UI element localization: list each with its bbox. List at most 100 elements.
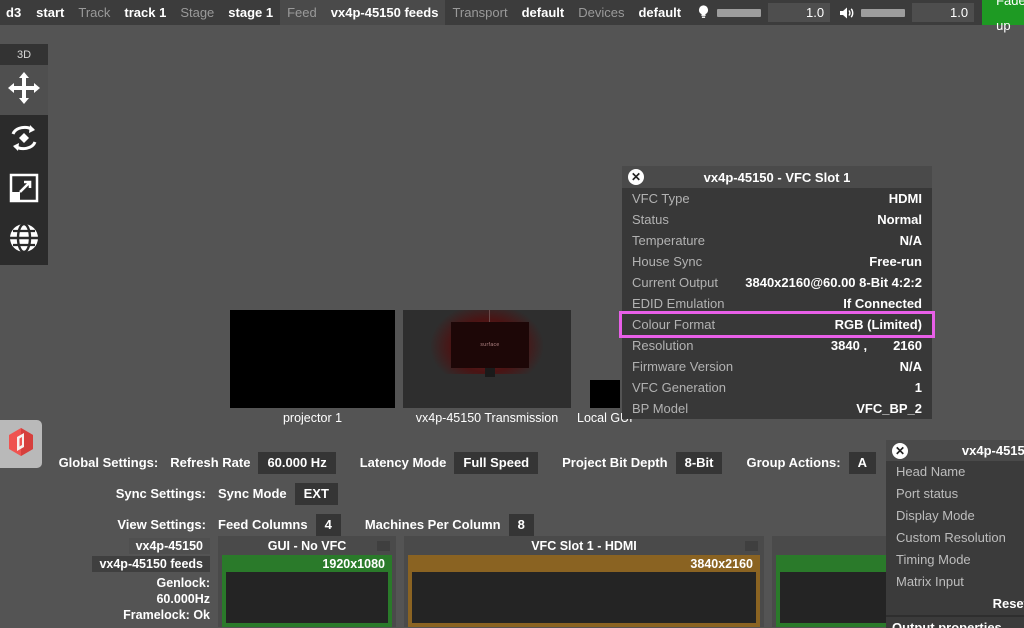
field-value[interactable]: 60.000 Hz	[258, 452, 335, 474]
field-value[interactable]: EXT	[295, 483, 338, 505]
field-value[interactable]: A	[849, 452, 876, 474]
field-value[interactable]: 8-Bit	[676, 452, 723, 474]
close-icon[interactable]: ✕	[628, 169, 644, 185]
panel-item-head-name[interactable]: Head Name	[886, 461, 1024, 483]
machine-name-tag[interactable]: vx4p-45150	[129, 538, 210, 554]
vfc-row-temperature[interactable]: Temperature N/A	[622, 230, 932, 251]
brightness-value[interactable]: 1.0	[768, 3, 830, 22]
output-properties-label[interactable]: Output properties	[886, 615, 1024, 628]
preview-caption: projector 1	[283, 411, 342, 425]
settings-row-sync: Sync Settings: Sync Mode EXT	[0, 481, 900, 506]
field-latency-mode[interactable]: Latency Mode Full Speed	[360, 452, 538, 474]
topbar-group-track[interactable]: Track track 1	[71, 0, 173, 25]
vfc-row-bp-model[interactable]: BP Model VFC_BP_2	[622, 398, 932, 419]
field-label: Feed Columns	[218, 517, 308, 532]
fade-up-button[interactable]: Fade up	[982, 0, 1024, 25]
vfc-row-current-output[interactable]: Current Output 3840x2160@60.00 8-Bit 4:2…	[622, 272, 932, 293]
panel-item-display-mode[interactable]: Display Mode	[886, 505, 1024, 527]
preview-image[interactable]	[590, 380, 620, 408]
field-feed-columns[interactable]: Feed Columns 4	[218, 514, 341, 536]
field-refresh-rate[interactable]: Refresh Rate 60.000 Hz	[170, 452, 335, 474]
topbar-start-value[interactable]: start	[29, 0, 71, 25]
close-icon[interactable]: ✕	[892, 443, 908, 459]
panel-item-matrix-input[interactable]: Matrix Input	[886, 571, 1024, 593]
row-value[interactable]: RGB (Limited)	[835, 317, 922, 332]
field-label: Latency Mode	[360, 455, 447, 470]
volume-value[interactable]: 1.0	[912, 3, 974, 22]
row-value[interactable]: VFC_BP_2	[856, 401, 922, 416]
rotate-tool[interactable]	[0, 115, 48, 165]
machine-feeds-tag[interactable]: vx4p-45150 feeds	[92, 556, 210, 572]
preview-image[interactable]	[230, 310, 395, 408]
brightness-slider[interactable]	[717, 9, 761, 17]
row-value[interactable]: 3840x2160@60.00 8-Bit 4:2:2	[745, 275, 922, 290]
topbar-group-feed[interactable]: Feed vx4p-45150 feeds	[280, 0, 445, 25]
row-value[interactable]: N/A	[900, 359, 922, 374]
field-project-bit-depth[interactable]: Project Bit Depth 8-Bit	[562, 452, 722, 474]
volume-slider[interactable]	[861, 9, 905, 17]
vfc-row-vfc-generation[interactable]: VFC Generation 1	[622, 377, 932, 398]
vfc-row-colour-format[interactable]: Colour Format RGB (Limited)	[622, 314, 932, 335]
topbar-transport-value[interactable]: default	[515, 0, 572, 25]
vfc-row-edid-emulation[interactable]: EDID Emulation If Connected	[622, 293, 932, 314]
projected-screen: surface	[451, 322, 529, 368]
row-key: VFC Generation	[632, 380, 726, 395]
topbar-group-devices[interactable]: Devices default	[571, 0, 688, 25]
panel-item-port-status[interactable]: Port status	[886, 483, 1024, 505]
move-tool[interactable]	[0, 65, 48, 115]
scale-tool[interactable]	[0, 165, 48, 215]
row-value[interactable]: N/A	[900, 233, 922, 248]
topbar-group-stage[interactable]: Stage stage 1	[173, 0, 280, 25]
field-group-actions[interactable]: Group Actions: A	[746, 452, 876, 474]
app-name[interactable]: d3	[0, 0, 29, 25]
toolbar-mode-label[interactable]: 3D	[0, 44, 48, 65]
row-value[interactable]: If Connected	[843, 296, 922, 311]
settings-row-global: Global Settings: Refresh Rate 60.000 Hz …	[0, 450, 900, 475]
topbar-stage-value[interactable]: stage 1	[221, 0, 280, 25]
topbar-devices-value[interactable]: default	[631, 0, 688, 25]
vfc-row-resolution[interactable]: Resolution 3840 , 2160	[622, 335, 932, 356]
panel-output-preview[interactable]: 1920x1080	[222, 555, 392, 627]
topbar-track-value[interactable]: track 1	[117, 0, 173, 25]
top-menu-bar: d3 start Track track 1 Stage stage 1 Fee…	[0, 0, 1024, 25]
row-value[interactable]: 1	[915, 380, 922, 395]
panel-item-timing-mode[interactable]: Timing Mode	[886, 549, 1024, 571]
topbar-feed-value[interactable]: vx4p-45150 feeds	[324, 0, 446, 25]
field-sync-mode[interactable]: Sync Mode EXT	[218, 483, 338, 505]
preview-projector-1[interactable]: projector 1	[230, 310, 395, 425]
row-value-height[interactable]: 2160	[893, 338, 922, 353]
row-key: Colour Format	[632, 317, 715, 332]
row-value-width[interactable]: 3840 ,	[831, 338, 867, 353]
globe-tool[interactable]	[0, 215, 48, 265]
field-machines-per-column[interactable]: Machines Per Column 8	[365, 514, 534, 536]
topbar-group-transport[interactable]: Transport default	[445, 0, 571, 25]
volume-control[interactable]: 1.0	[832, 0, 976, 25]
d3-logo-button[interactable]	[0, 420, 42, 468]
machine-panel-gui[interactable]: GUI - No VFC 1920x1080	[218, 536, 396, 627]
vfc-row-house-sync[interactable]: House Sync Free-run	[622, 251, 932, 272]
reset-button[interactable]: Reset	[886, 593, 1024, 615]
vfc-row-status[interactable]: Status Normal	[622, 209, 932, 230]
field-value[interactable]: 4	[316, 514, 341, 536]
field-label: Group Actions:	[746, 455, 840, 470]
panel-item-custom-resolution[interactable]: Custom Resolution	[886, 527, 1024, 549]
settings-row-label: View Settings:	[0, 517, 218, 532]
topbar-track-label: Track	[71, 0, 117, 25]
field-label: Refresh Rate	[170, 455, 250, 470]
field-value[interactable]: 8	[509, 514, 534, 536]
field-value[interactable]: Full Speed	[454, 452, 538, 474]
brightness-control[interactable]: 1.0	[688, 0, 832, 25]
panel-output-preview[interactable]: 3840x2160	[408, 555, 760, 627]
row-value[interactable]: HDMI	[889, 191, 922, 206]
row-value[interactable]: Free-run	[869, 254, 922, 269]
lightbulb-icon	[694, 5, 712, 20]
panel-title-bar: ✕ vx4p-45150	[886, 440, 1024, 461]
topbar-group-start[interactable]: start	[29, 0, 71, 25]
vfc-row-firmware-version[interactable]: Firmware Version N/A	[622, 356, 932, 377]
settings-row-label: Sync Settings:	[0, 486, 218, 501]
row-value[interactable]: Normal	[877, 212, 922, 227]
preview-vx4p-transmission[interactable]: surface vx4p-45150 Transmission	[403, 310, 571, 425]
vfc-row-vfc-type[interactable]: VFC Type HDMI	[622, 188, 932, 209]
machine-panel-vfc-slot-1[interactable]: VFC Slot 1 - HDMI 3840x2160	[404, 536, 764, 627]
preview-image[interactable]: surface	[403, 310, 571, 408]
